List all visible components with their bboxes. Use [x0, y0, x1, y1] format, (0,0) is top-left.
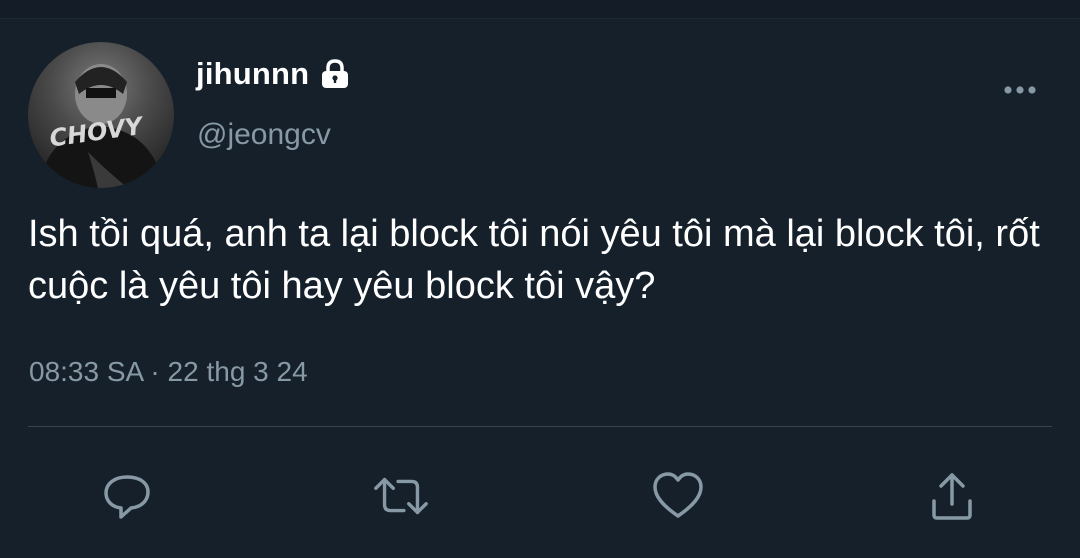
- like-button[interactable]: [648, 466, 708, 526]
- timestamp[interactable]: 08:33 SA · 22 thg 3 24: [29, 356, 308, 388]
- more-horizontal-icon[interactable]: [1000, 78, 1040, 102]
- divider: [28, 426, 1052, 427]
- lock-icon: [317, 59, 353, 89]
- name-row: jihunnn: [196, 56, 353, 92]
- avatar-image: CHOVY: [38, 64, 164, 188]
- avatar[interactable]: CHOVY: [28, 42, 174, 188]
- share-icon: [932, 473, 972, 520]
- tweet-text: Ish tồi quá, anh ta lại block tôi nói yê…: [28, 213, 1040, 307]
- heart-icon: [653, 472, 703, 518]
- reply-button[interactable]: [97, 466, 157, 526]
- reply-icon: [104, 475, 150, 519]
- handle[interactable]: @jeongcv: [197, 118, 331, 152]
- share-button[interactable]: [922, 466, 982, 526]
- retweet-button[interactable]: [371, 466, 431, 526]
- top-edge: [0, 0, 1080, 19]
- display-name[interactable]: jihunnn: [196, 56, 309, 92]
- retweet-icon: [374, 477, 428, 515]
